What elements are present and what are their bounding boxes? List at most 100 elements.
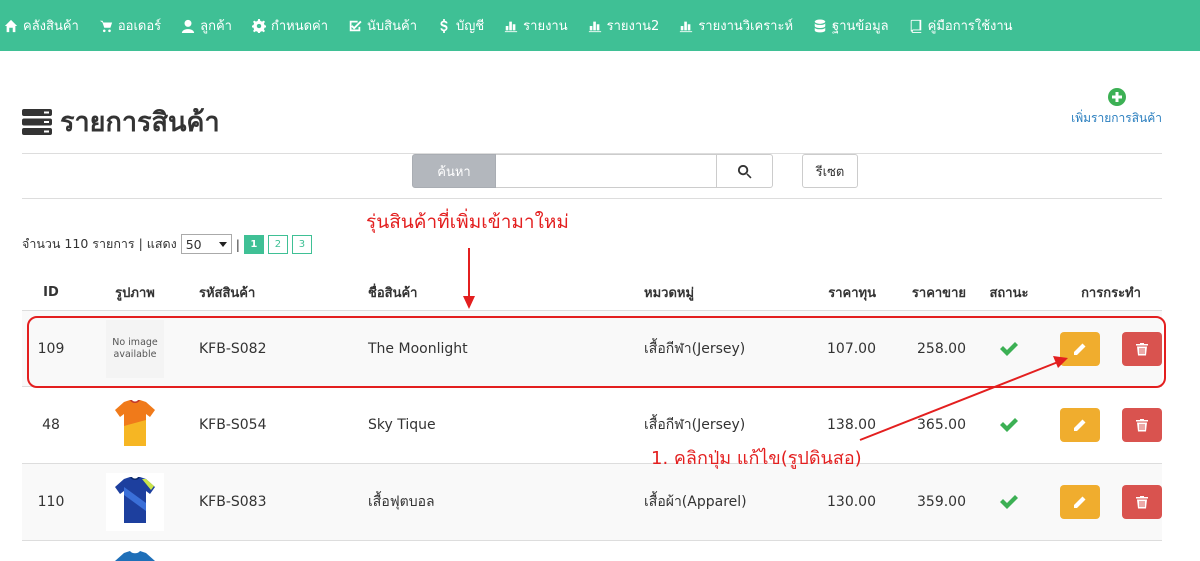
cell-code: KFB-S083 bbox=[199, 494, 267, 510]
column-header-code[interactable]: รหัสสินค้า bbox=[190, 282, 358, 303]
row-actions bbox=[1052, 331, 1162, 366]
nav-item-report2[interactable]: รายงาน2 bbox=[579, 0, 671, 51]
gear-icon bbox=[251, 18, 266, 33]
row-actions bbox=[1052, 485, 1162, 519]
cell-code: KFB-S054 bbox=[199, 417, 267, 433]
nav-item-inventory[interactable]: คลังสินค้า bbox=[0, 0, 90, 51]
per-page-select[interactable]: 50 bbox=[180, 234, 232, 254]
nav-item-orders[interactable]: ออเดอร์ bbox=[90, 0, 172, 51]
table-row: 48 KFB-S054 Sky Tique เสื้อกีฬา(Jersey) … bbox=[22, 387, 1162, 464]
annotation-click-edit: 1. คลิกปุ่ม แก้ไข(รูปดินสอ) bbox=[651, 448, 862, 469]
search-label: ค้นหา bbox=[412, 154, 496, 188]
cell-category: เสื้อกีฬา(Jersey) bbox=[644, 417, 746, 433]
add-product-label: เพิ่มรายการสินค้า bbox=[1071, 111, 1162, 125]
page-title-text: รายการสินค้า bbox=[60, 107, 220, 138]
check-icon bbox=[1000, 418, 1018, 432]
nav-item-stock-count[interactable]: นับสินค้า bbox=[339, 0, 428, 51]
nav-label: รายงาน2 bbox=[606, 19, 660, 34]
nav-label: คลังสินค้า bbox=[23, 19, 79, 34]
dollar-icon bbox=[440, 18, 448, 33]
table-row bbox=[22, 541, 1162, 561]
page-button-2[interactable]: 2 bbox=[267, 234, 288, 254]
search-input[interactable] bbox=[496, 154, 717, 188]
check-icon bbox=[1000, 341, 1018, 356]
status-active bbox=[966, 340, 1052, 358]
column-header-name[interactable]: ชื่อสินค้า bbox=[358, 282, 638, 303]
check-square-icon bbox=[349, 20, 362, 31]
nav-label: ออเดอร์ bbox=[117, 19, 162, 34]
add-product-link[interactable]: เพิ่มรายการสินค้า bbox=[1071, 88, 1162, 128]
delete-button[interactable] bbox=[1122, 485, 1162, 519]
cell-image: No image available bbox=[80, 319, 190, 378]
status-active bbox=[966, 416, 1052, 434]
nav-item-settings[interactable]: กำหนดค่า bbox=[243, 0, 339, 51]
pencil-icon bbox=[1074, 419, 1086, 431]
caret-down-icon bbox=[218, 241, 227, 247]
pencil-icon bbox=[1074, 496, 1086, 508]
annotation-new-model: รุ่นสินค้าที่เพิ่มเข้ามาใหม่ bbox=[366, 211, 569, 233]
cell-cost: 130.00 bbox=[827, 494, 876, 510]
status-active bbox=[966, 493, 1052, 511]
reset-button[interactable]: รีเซต bbox=[802, 154, 858, 188]
edit-button[interactable] bbox=[1060, 485, 1100, 519]
column-header-price[interactable]: ราคาขาย bbox=[876, 282, 966, 303]
search-button[interactable] bbox=[717, 154, 773, 188]
bar-chart-icon bbox=[680, 21, 693, 32]
product-table: ID รูปภาพ รหัสสินค้า ชื่อสินค้า หมวดหมู่… bbox=[22, 275, 1162, 561]
nav-label: คู่มือการใช้งาน bbox=[927, 19, 1013, 34]
jersey-image bbox=[115, 477, 155, 523]
product-thumbnail bbox=[106, 473, 164, 531]
page-title: รายการสินค้า bbox=[22, 100, 220, 143]
nav-item-database[interactable]: ฐานข้อมูล bbox=[804, 0, 900, 51]
server-icon bbox=[22, 108, 52, 135]
no-image-placeholder: No image available bbox=[106, 319, 164, 378]
cell-price: 365.00 bbox=[917, 417, 966, 433]
column-header-id[interactable]: ID bbox=[22, 285, 80, 300]
search-bar: ค้นหา bbox=[412, 154, 773, 188]
trash-icon bbox=[1136, 419, 1148, 432]
nav-label: รายงาน bbox=[523, 19, 568, 34]
user-icon bbox=[182, 19, 195, 33]
cell-code: KFB-S082 bbox=[199, 340, 267, 357]
column-header-image: รูปภาพ bbox=[115, 286, 155, 301]
cell-id: 110 bbox=[37, 494, 65, 510]
edit-button[interactable] bbox=[1060, 408, 1100, 442]
cell-category: เสื้อผ้า(Apparel) bbox=[644, 494, 747, 510]
nav-label: ฐานข้อมูล bbox=[832, 19, 889, 34]
page-button-3[interactable]: 3 bbox=[291, 234, 312, 254]
table-header: ID รูปภาพ รหัสสินค้า ชื่อสินค้า หมวดหมู่… bbox=[22, 275, 1162, 311]
cell-image bbox=[80, 396, 190, 454]
nav-label: รายงานวิเคราะห์ bbox=[698, 19, 794, 34]
bar-chart-icon bbox=[505, 21, 518, 32]
nav-item-customers[interactable]: ลูกค้า bbox=[172, 0, 243, 51]
table-row: 109 No image available KFB-S082 The Moon… bbox=[22, 311, 1162, 387]
nav-item-analysis-report[interactable]: รายงานวิเคราะห์ bbox=[670, 0, 804, 51]
nav-label: บัญชี bbox=[456, 19, 485, 34]
search-icon bbox=[737, 164, 752, 179]
column-header-status: สถานะ bbox=[989, 286, 1029, 301]
pagination-separator: | bbox=[235, 236, 240, 252]
edit-button[interactable] bbox=[1060, 331, 1100, 366]
delete-button[interactable] bbox=[1122, 331, 1162, 366]
product-thumbnail bbox=[106, 396, 164, 454]
column-header-category[interactable]: หมวดหมู่ bbox=[638, 282, 788, 303]
book-icon bbox=[910, 19, 921, 33]
top-nav: คลังสินค้า ออเดอร์ ลูกค้า กำหนดค่า นับสิ… bbox=[0, 0, 1200, 51]
delete-button[interactable] bbox=[1122, 408, 1162, 442]
total-text: จำนวน 110 รายการ | แสดง bbox=[22, 236, 177, 251]
nav-item-accounting[interactable]: บัญชี bbox=[428, 0, 495, 51]
nav-item-manual[interactable]: คู่มือการใช้งาน bbox=[900, 0, 1024, 51]
column-header-actions: การกระทำ bbox=[1081, 286, 1141, 301]
divider bbox=[22, 198, 1162, 199]
cell-price: 359.00 bbox=[917, 494, 966, 510]
table-row: 110 KFB-S083 เสื้อฟุตบอล เสื้อผ้า(Appare… bbox=[22, 464, 1162, 541]
per-page-value: 50 bbox=[185, 236, 202, 252]
plus-circle-icon bbox=[1107, 88, 1126, 106]
column-header-cost[interactable]: ราคาทุน bbox=[788, 282, 876, 303]
page-button-1[interactable]: 1 bbox=[243, 234, 264, 254]
cart-icon bbox=[99, 20, 112, 32]
cell-name: Sky Tique bbox=[368, 417, 436, 433]
cell-cost: 138.00 bbox=[827, 417, 876, 433]
nav-item-report[interactable]: รายงาน bbox=[495, 0, 578, 51]
cell-name: The Moonlight bbox=[368, 340, 468, 357]
